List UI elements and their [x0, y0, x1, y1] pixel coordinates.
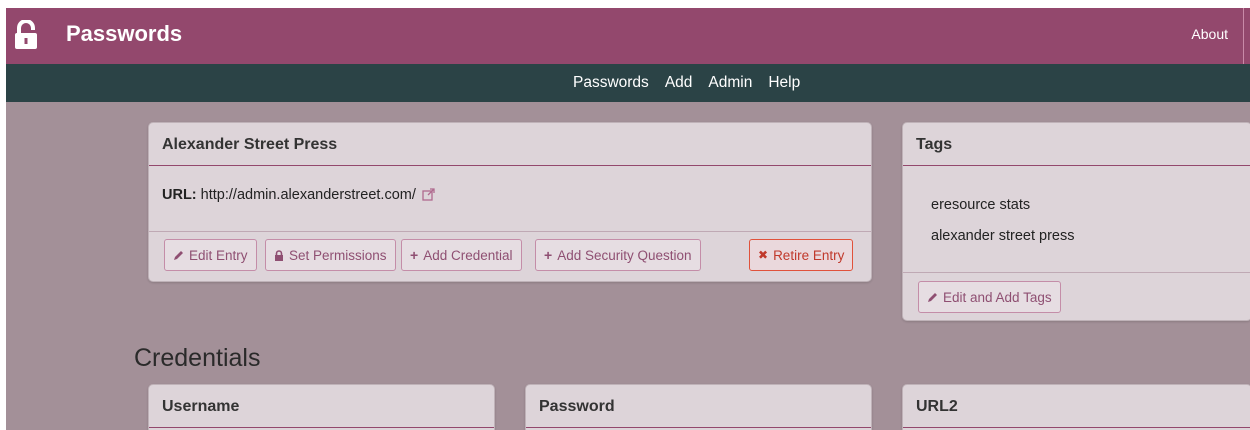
password-heading: Password [526, 385, 871, 428]
nav-help[interactable]: Help [768, 74, 800, 92]
url2-panel: URL2 [902, 384, 1250, 430]
add-security-question-label: Add Security Question [557, 247, 692, 263]
set-permissions-label: Set Permissions [289, 247, 387, 263]
add-credential-button[interactable]: + Add Credential [401, 239, 522, 271]
pencil-icon [928, 292, 937, 302]
pencil-icon [174, 250, 183, 260]
app-title[interactable]: Passwords [66, 21, 182, 47]
about-link[interactable]: About [1191, 26, 1228, 42]
nav-add[interactable]: Add [665, 74, 693, 92]
nav-menu: Passwords Add Admin Help [573, 74, 800, 92]
unlocked-padlock-icon [15, 20, 37, 49]
edit-add-tags-label: Edit and Add Tags [943, 289, 1052, 305]
edit-entry-label: Edit Entry [189, 247, 248, 263]
retire-entry-button[interactable]: ✖ Retire Entry [749, 239, 854, 271]
app-frame: Passwords About Passwords Add Admin Help… [6, 8, 1250, 430]
close-icon: ✖ [758, 248, 769, 262]
tag-item[interactable]: alexander street press [931, 228, 1074, 244]
entry-divider [149, 231, 871, 232]
entry-url-line: URL: http://admin.alexanderstreet.com/ [162, 187, 435, 203]
tags-divider [903, 272, 1250, 273]
tags-title: Tags [903, 123, 1250, 166]
username-heading: Username [149, 385, 494, 428]
entry-title: Alexander Street Press [149, 123, 871, 166]
tags-panel: Tags eresource stats alexander street pr… [902, 122, 1250, 321]
add-security-question-button[interactable]: + Add Security Question [535, 239, 701, 271]
username-panel: Username [148, 384, 495, 430]
main-navbar: Passwords Add Admin Help [6, 64, 1250, 102]
edit-entry-button[interactable]: Edit Entry [164, 239, 257, 271]
external-link-icon[interactable] [422, 188, 435, 201]
add-credential-label: Add Credential [423, 247, 513, 263]
plus-icon: + [410, 247, 419, 263]
entry-url-link[interactable]: http://admin.alexanderstreet.com/ [201, 187, 416, 203]
url2-heading: URL2 [903, 385, 1250, 428]
credentials-heading: Credentials [134, 344, 261, 372]
header-divider [1243, 8, 1244, 64]
password-panel: Password [525, 384, 872, 430]
set-permissions-button[interactable]: Set Permissions [265, 239, 396, 271]
plus-icon: + [544, 247, 553, 263]
nav-admin[interactable]: Admin [708, 74, 752, 92]
nav-passwords[interactable]: Passwords [573, 74, 649, 92]
tag-item[interactable]: eresource stats [931, 197, 1030, 213]
url-label: URL: [162, 187, 197, 203]
app-header: Passwords About [6, 8, 1250, 64]
entry-panel: Alexander Street Press URL: http://admin… [148, 122, 872, 282]
retire-entry-label: Retire Entry [773, 247, 845, 263]
edit-add-tags-button[interactable]: Edit and Add Tags [918, 281, 1061, 313]
lock-icon [275, 249, 283, 261]
